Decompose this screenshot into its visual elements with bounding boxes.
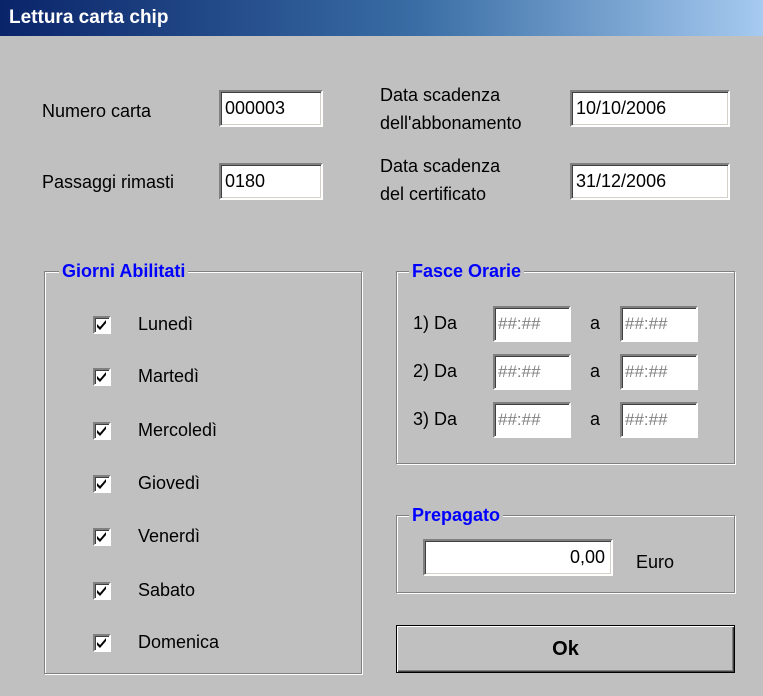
check-icon bbox=[97, 479, 106, 489]
day-checkbox[interactable] bbox=[93, 528, 111, 546]
scadenza-abbonamento-field[interactable]: 10/10/2006 bbox=[570, 90, 730, 127]
day-label: Venerdì bbox=[138, 526, 201, 546]
window-titlebar[interactable]: Lettura carta chip bbox=[0, 0, 763, 36]
day-label: Domenica bbox=[138, 632, 220, 652]
day-label: Mercoledì bbox=[138, 420, 218, 440]
check-icon bbox=[97, 532, 106, 542]
scadenza-certificato-field[interactable]: 31/12/2006 bbox=[570, 163, 730, 200]
day-label: Martedì bbox=[138, 366, 200, 386]
scadenza-certificato-label-1: Data scadenza bbox=[380, 156, 501, 176]
check-icon bbox=[97, 320, 106, 330]
fascia-from-field[interactable]: ##:## bbox=[493, 354, 571, 390]
numero-carta-field[interactable]: 000003 bbox=[219, 90, 323, 127]
check-icon bbox=[97, 372, 106, 382]
day-checkbox[interactable] bbox=[93, 582, 111, 600]
fascia-separator: a bbox=[590, 409, 601, 429]
passaggi-rimasti-field[interactable]: 0180 bbox=[219, 163, 323, 200]
fascia-to-field[interactable]: ##:## bbox=[620, 402, 698, 438]
fascia-separator: a bbox=[590, 361, 601, 381]
scadenza-abbonamento-label-2: dell'abbonamento bbox=[380, 113, 522, 133]
scadenza-certificato-label-2: del certificato bbox=[380, 184, 487, 204]
euro-label: Euro bbox=[636, 552, 675, 572]
passaggi-rimasti-label: Passaggi rimasti bbox=[42, 172, 175, 192]
day-checkbox[interactable] bbox=[93, 475, 111, 493]
day-checkbox[interactable] bbox=[93, 316, 111, 334]
fascia-from-field[interactable]: ##:## bbox=[493, 402, 571, 438]
fascia-to-field[interactable]: ##:## bbox=[620, 354, 698, 390]
giorni-abilitati-group: Giorni Abilitati bbox=[44, 260, 362, 674]
day-checkbox[interactable] bbox=[93, 422, 111, 440]
check-icon bbox=[97, 586, 106, 596]
ok-button[interactable]: Ok bbox=[396, 625, 735, 673]
fascia-separator: a bbox=[590, 313, 601, 333]
check-icon bbox=[97, 638, 106, 648]
prepagato-title: Prepagato bbox=[409, 504, 504, 526]
day-label: Giovedì bbox=[138, 473, 201, 493]
fascia-from-field[interactable]: ##:## bbox=[493, 306, 571, 342]
fascia-label: 3) Da bbox=[413, 409, 458, 429]
day-checkbox[interactable] bbox=[93, 634, 111, 652]
prepagato-field[interactable]: 0,00 bbox=[423, 539, 613, 576]
fascia-to-field[interactable]: ##:## bbox=[620, 306, 698, 342]
numero-carta-label: Numero carta bbox=[42, 101, 152, 121]
giorni-abilitati-title: Giorni Abilitati bbox=[59, 260, 189, 282]
window-title: Lettura carta chip bbox=[9, 7, 169, 28]
fasce-orarie-title: Fasce Orarie bbox=[409, 260, 525, 282]
scadenza-abbonamento-label-1: Data scadenza bbox=[380, 85, 501, 105]
fascia-label: 2) Da bbox=[413, 361, 458, 381]
check-icon bbox=[97, 426, 106, 436]
fascia-label: 1) Da bbox=[413, 313, 458, 333]
day-label: Lunedì bbox=[138, 314, 194, 334]
day-checkbox[interactable] bbox=[93, 368, 111, 386]
day-label: Sabato bbox=[138, 580, 196, 600]
